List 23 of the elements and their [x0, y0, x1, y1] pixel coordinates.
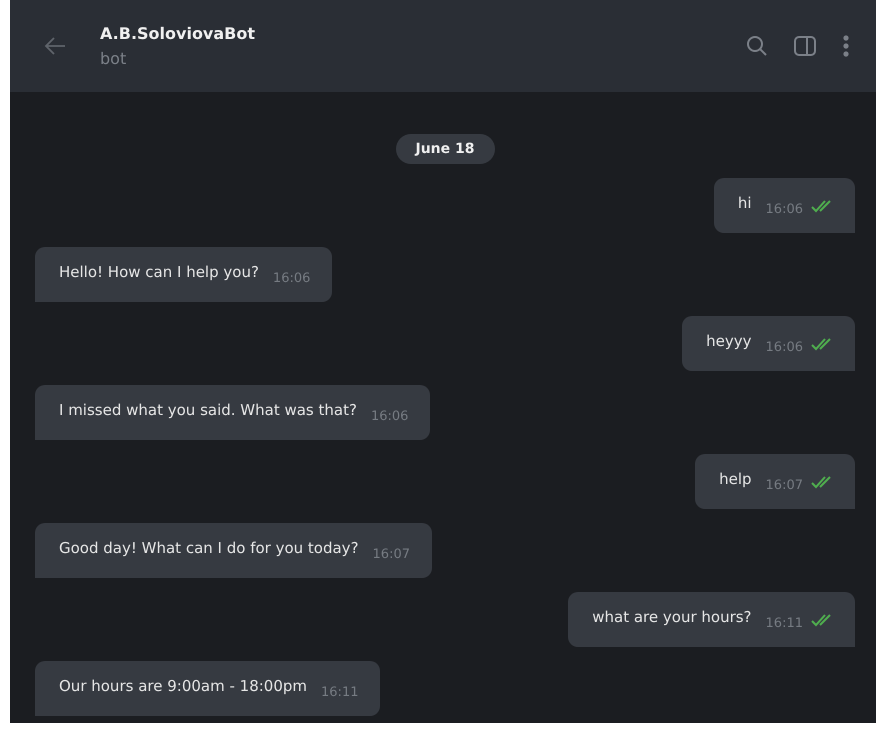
message-time: 16:06	[766, 202, 803, 217]
message-text: Hello! How can I help you?	[59, 262, 259, 280]
more-icon	[842, 34, 850, 58]
message-text: what are your hours?	[592, 608, 752, 626]
message-time: 16:06	[766, 340, 803, 355]
message-text: heyyy	[706, 332, 752, 350]
message-text: help	[719, 470, 752, 488]
message-text: hi	[738, 194, 752, 212]
message-text: Good day! What can I do for you today?	[59, 538, 359, 556]
message-text: Our hours are 9:00am - 18:00pm	[59, 676, 308, 694]
message-text: I missed what you said. What was that?	[59, 400, 357, 418]
date-badge: June 18	[396, 134, 494, 164]
back-arrow-icon	[44, 36, 66, 56]
chat-title: A.B.SoloviovaBot	[100, 24, 256, 43]
message-time: 16:06	[370, 409, 408, 424]
message-time: 16:07	[372, 547, 410, 562]
chat-subtitle: bot	[100, 49, 128, 68]
message-time: 16:06	[272, 271, 310, 286]
panel-icon	[794, 36, 816, 56]
message-time: 16:07	[766, 478, 803, 493]
search-icon	[746, 35, 768, 57]
message-time: 16:11	[321, 685, 358, 700]
message-time: 16:11	[766, 616, 803, 631]
